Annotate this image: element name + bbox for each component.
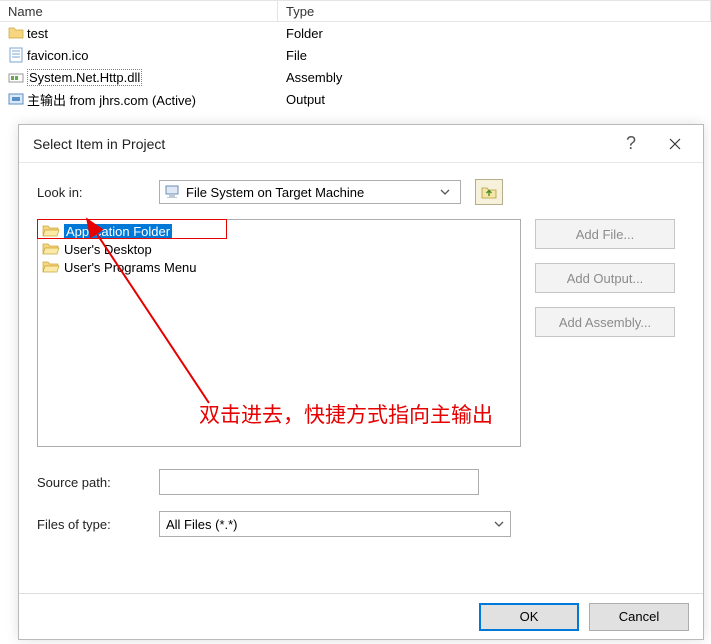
close-button[interactable]	[653, 128, 697, 160]
tree-label: Application Folder	[64, 224, 172, 239]
chevron-down-icon	[440, 189, 456, 195]
folder-tree[interactable]: Application Folder User's Desktop User's…	[37, 219, 521, 447]
row-name: System.Net.Http.dll	[27, 70, 142, 85]
row-name: test	[27, 26, 48, 41]
row-type: Assembly	[278, 70, 711, 85]
tree-item-application-folder[interactable]: Application Folder	[42, 222, 516, 240]
row-type: File	[278, 48, 711, 63]
folder-icon	[8, 25, 24, 41]
files-of-type-select[interactable]: All Files (*.*)	[159, 511, 511, 537]
dialog-button-bar: OK Cancel	[19, 593, 703, 639]
lookin-label: Look in:	[37, 185, 149, 200]
ok-button[interactable]: OK	[479, 603, 579, 631]
help-button[interactable]: ?	[609, 128, 653, 160]
lookin-value: File System on Target Machine	[186, 185, 434, 200]
source-path-field[interactable]	[159, 469, 479, 495]
computer-icon	[164, 184, 180, 200]
dialog-title: Select Item in Project	[33, 136, 609, 152]
table-row[interactable]: favicon.ico File	[0, 44, 711, 66]
folder-up-icon	[480, 183, 498, 201]
source-path-label: Source path:	[37, 475, 149, 490]
row-type: Folder	[278, 26, 711, 41]
output-icon	[8, 91, 24, 107]
row-name: favicon.ico	[27, 48, 88, 63]
folder-open-icon	[42, 223, 60, 239]
add-file-button[interactable]: Add File...	[535, 219, 675, 249]
folder-open-icon	[42, 259, 60, 275]
cancel-button[interactable]: Cancel	[589, 603, 689, 631]
tree-item-users-desktop[interactable]: User's Desktop	[42, 240, 516, 258]
files-of-type-label: Files of type:	[37, 517, 149, 532]
files-of-type-value: All Files (*.*)	[166, 517, 238, 532]
col-header-name[interactable]: Name	[0, 0, 278, 22]
assembly-icon	[8, 69, 24, 85]
up-one-level-button[interactable]	[475, 179, 503, 205]
close-icon	[669, 138, 681, 150]
row-type: Output	[278, 92, 711, 107]
file-icon	[8, 47, 24, 63]
table-row[interactable]: 主输出 from jhrs.com (Active) Output	[0, 88, 711, 110]
add-output-button[interactable]: Add Output...	[535, 263, 675, 293]
table-row[interactable]: test Folder	[0, 22, 711, 44]
add-assembly-button[interactable]: Add Assembly...	[535, 307, 675, 337]
tree-label: User's Programs Menu	[64, 260, 197, 275]
row-name: 主输出 from jhrs.com (Active)	[27, 90, 196, 109]
chevron-down-icon	[494, 521, 504, 527]
table-row[interactable]: System.Net.Http.dll Assembly	[0, 66, 711, 88]
col-header-type[interactable]: Type	[278, 0, 711, 22]
tree-item-users-programs-menu[interactable]: User's Programs Menu	[42, 258, 516, 276]
select-item-dialog: Select Item in Project ? Look in: File S…	[18, 124, 704, 640]
folder-open-icon	[42, 241, 60, 257]
tree-label: User's Desktop	[64, 242, 152, 257]
lookin-select[interactable]: File System on Target Machine	[159, 180, 461, 204]
titlebar: Select Item in Project ?	[19, 125, 703, 163]
